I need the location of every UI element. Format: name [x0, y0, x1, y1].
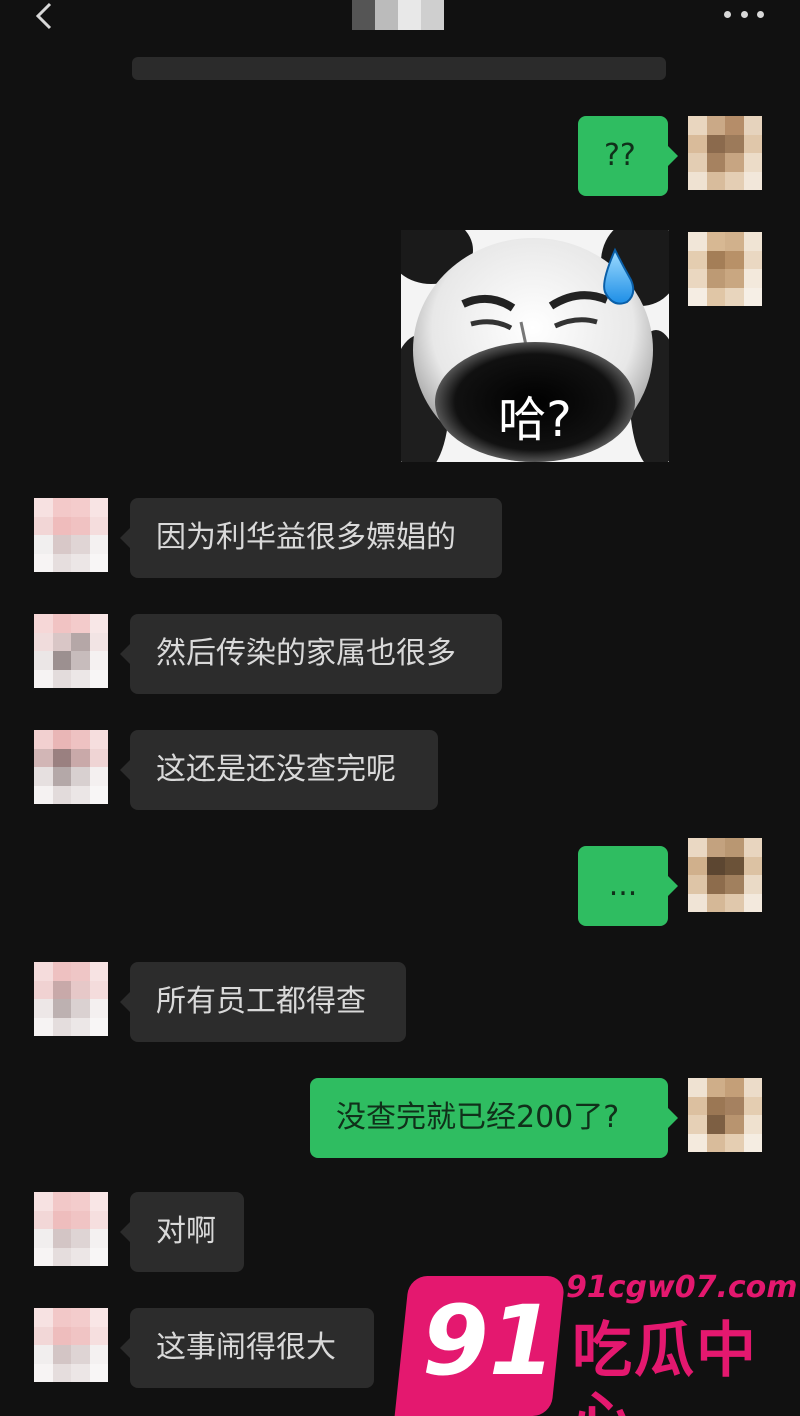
sticker-caption: 哈?: [498, 392, 572, 448]
watermark-number: 91: [422, 1285, 556, 1397]
sticker-image[interactable]: 哈?: [401, 230, 669, 462]
avatar-contact[interactable]: [34, 1192, 108, 1266]
avatar-contact[interactable]: [34, 962, 108, 1036]
more-dot: [724, 10, 731, 18]
watermark-name: 吃瓜中心: [572, 1316, 758, 1416]
message-bubble-outgoing[interactable]: ??: [578, 116, 678, 196]
message-bubble-incoming[interactable]: 这还是还没查完呢: [120, 730, 438, 810]
avatar-contact[interactable]: [34, 730, 108, 804]
chevron-left-icon: [35, 2, 52, 30]
avatar-self[interactable]: [688, 232, 762, 306]
watermark-url: 91cgw07.com: [566, 1270, 798, 1305]
message-bubble-incoming[interactable]: 然后传染的家属也很多: [120, 614, 502, 694]
avatar-contact[interactable]: [34, 614, 108, 688]
chat-screen: ?? 哈? 因为利华益很多嫖娼的 然后传染的家属也很多 这还是还没查完呢 ...…: [0, 0, 800, 1416]
avatar-self[interactable]: [688, 116, 762, 190]
watermark-logo: 91 91cgw07.com 吃瓜中心: [394, 1236, 800, 1416]
more-dot: [757, 10, 764, 18]
more-dot: [740, 10, 748, 18]
message-bubble-incoming[interactable]: 这事闹得很大: [120, 1308, 374, 1388]
chat-title-blurred: [352, 0, 444, 30]
avatar-self[interactable]: [688, 1078, 762, 1152]
avatar-self[interactable]: [688, 838, 762, 912]
message-bubble-outgoing[interactable]: ...: [578, 846, 678, 926]
message-bubble-incoming[interactable]: 所有员工都得查: [120, 962, 406, 1042]
timestamp-bar: [132, 57, 666, 80]
chat-header: [0, 0, 800, 80]
avatar-contact[interactable]: [34, 1308, 108, 1382]
message-bubble-incoming[interactable]: 因为利华益很多嫖娼的: [120, 498, 502, 578]
avatar-contact[interactable]: [34, 498, 108, 572]
message-bubble-outgoing[interactable]: 没查完就已经200了?: [310, 1078, 678, 1158]
back-button[interactable]: [28, 0, 58, 34]
message-bubble-incoming[interactable]: 对啊: [120, 1192, 244, 1272]
more-button[interactable]: [724, 6, 764, 22]
